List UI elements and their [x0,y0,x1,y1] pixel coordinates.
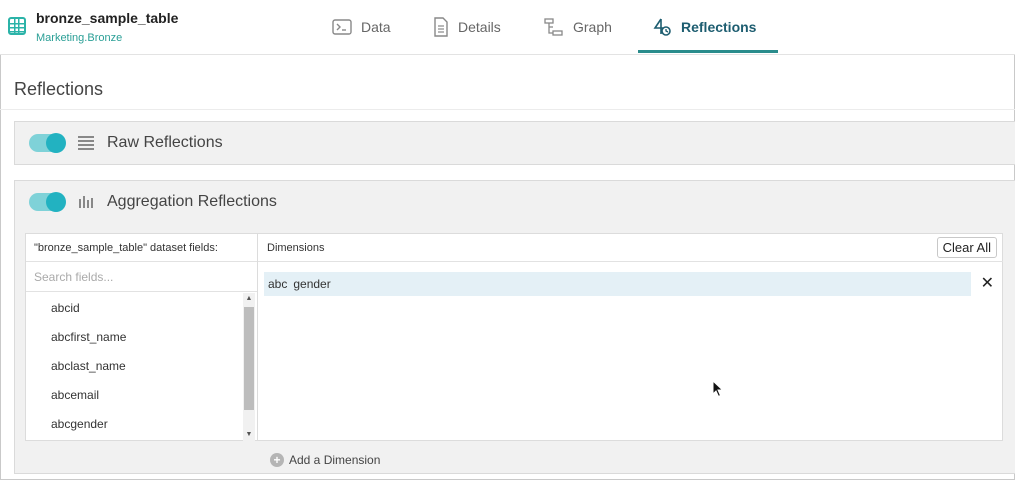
dataset-fields-panel: "bronze_sample_table" dataset fields: ab… [25,233,258,441]
raw-reflections-toggle[interactable] [29,133,66,153]
tab-graph-label: Graph [573,19,612,35]
raw-reflections-section: Raw Reflections [14,121,1015,165]
graph-icon [544,18,563,36]
field-name: gender [70,416,108,431]
divider [0,109,1015,110]
table-rows-icon [78,136,94,150]
tab-reflections[interactable]: Reflections [652,0,756,54]
tab-data[interactable]: Data [332,0,391,54]
field-name: email [70,387,100,402]
reflections-icon [653,18,671,36]
type-abc-icon: abc [268,277,288,291]
type-abc-icon: abc [51,416,71,431]
dimensions-title: Dimensions [267,242,325,254]
bar-chart-icon [79,196,93,208]
field-item-id[interactable]: abc id [26,293,242,322]
search-box [26,262,257,292]
aggregation-reflections-toggle[interactable] [29,192,66,212]
dataset-header: bronze_sample_table Marketing.Bronze Dat… [0,0,1015,55]
scroll-up-arrow-icon[interactable]: ▲ [243,293,255,305]
search-fields-input[interactable] [26,262,257,291]
tab-details[interactable]: Details [433,0,501,54]
page-title: Reflections [14,79,104,99]
mouse-cursor-icon [712,380,724,398]
field-list: abc id abc first_name abc last_name abc emai… [26,293,242,438]
field-name: id [70,300,80,315]
clear-all-button[interactable]: Clear All [936,237,997,258]
fields-header: "bronze_sample_table" dataset fields: [26,234,257,262]
type-abc-icon: abc [51,329,71,344]
dataset-name: bronze_sample_table [36,10,179,26]
type-abc-icon: abc [51,358,71,373]
field-item-first-name[interactable]: abc first_name [26,322,242,351]
dimensions-panel: Dimensions Clear All abc gender ✕ [258,233,1003,441]
field-item-gender[interactable]: abc gender [26,409,242,438]
dimensions-header: Dimensions Clear All [258,234,1003,262]
remove-dimension-icon[interactable]: ✕ [981,274,994,294]
tab-data-label: Data [361,19,391,35]
toggle-knob [46,192,66,212]
document-icon [434,17,448,37]
type-abc-icon: abc [51,300,71,315]
tab-reflections-label: Reflections [681,19,757,35]
type-abc-icon: abc [51,387,71,402]
terminal-icon [332,19,352,35]
field-name: last_name [70,358,126,373]
tab-graph[interactable]: Graph [544,0,612,54]
toggle-knob [46,133,66,153]
tab-details-label: Details [458,19,501,35]
field-item-email[interactable]: abc email [26,380,242,409]
raw-reflections-label: Raw Reflections [107,134,223,151]
table-icon [8,17,26,35]
dimension-name: gender [293,277,331,291]
plus-circle-icon: + [270,453,284,467]
field-name: first_name [70,329,127,344]
scroll-thumb[interactable] [244,307,254,410]
scroll-down-arrow-icon[interactable]: ▼ [243,429,255,441]
dimension-item-gender[interactable]: abc gender [264,272,971,296]
active-tab-indicator [638,50,778,53]
dataset-path[interactable]: Marketing.Bronze [36,32,122,44]
add-dimension-label: Add a Dimension [289,453,381,467]
add-dimension-button[interactable]: + Add a Dimension [270,453,380,467]
fields-scrollbar[interactable]: ▲ ▼ [243,293,255,441]
field-item-last-name[interactable]: abc last_name [26,351,242,380]
aggregation-reflections-label: Aggregation Reflections [107,193,277,210]
aggregation-reflections-section: Aggregation Reflections [14,180,1015,223]
